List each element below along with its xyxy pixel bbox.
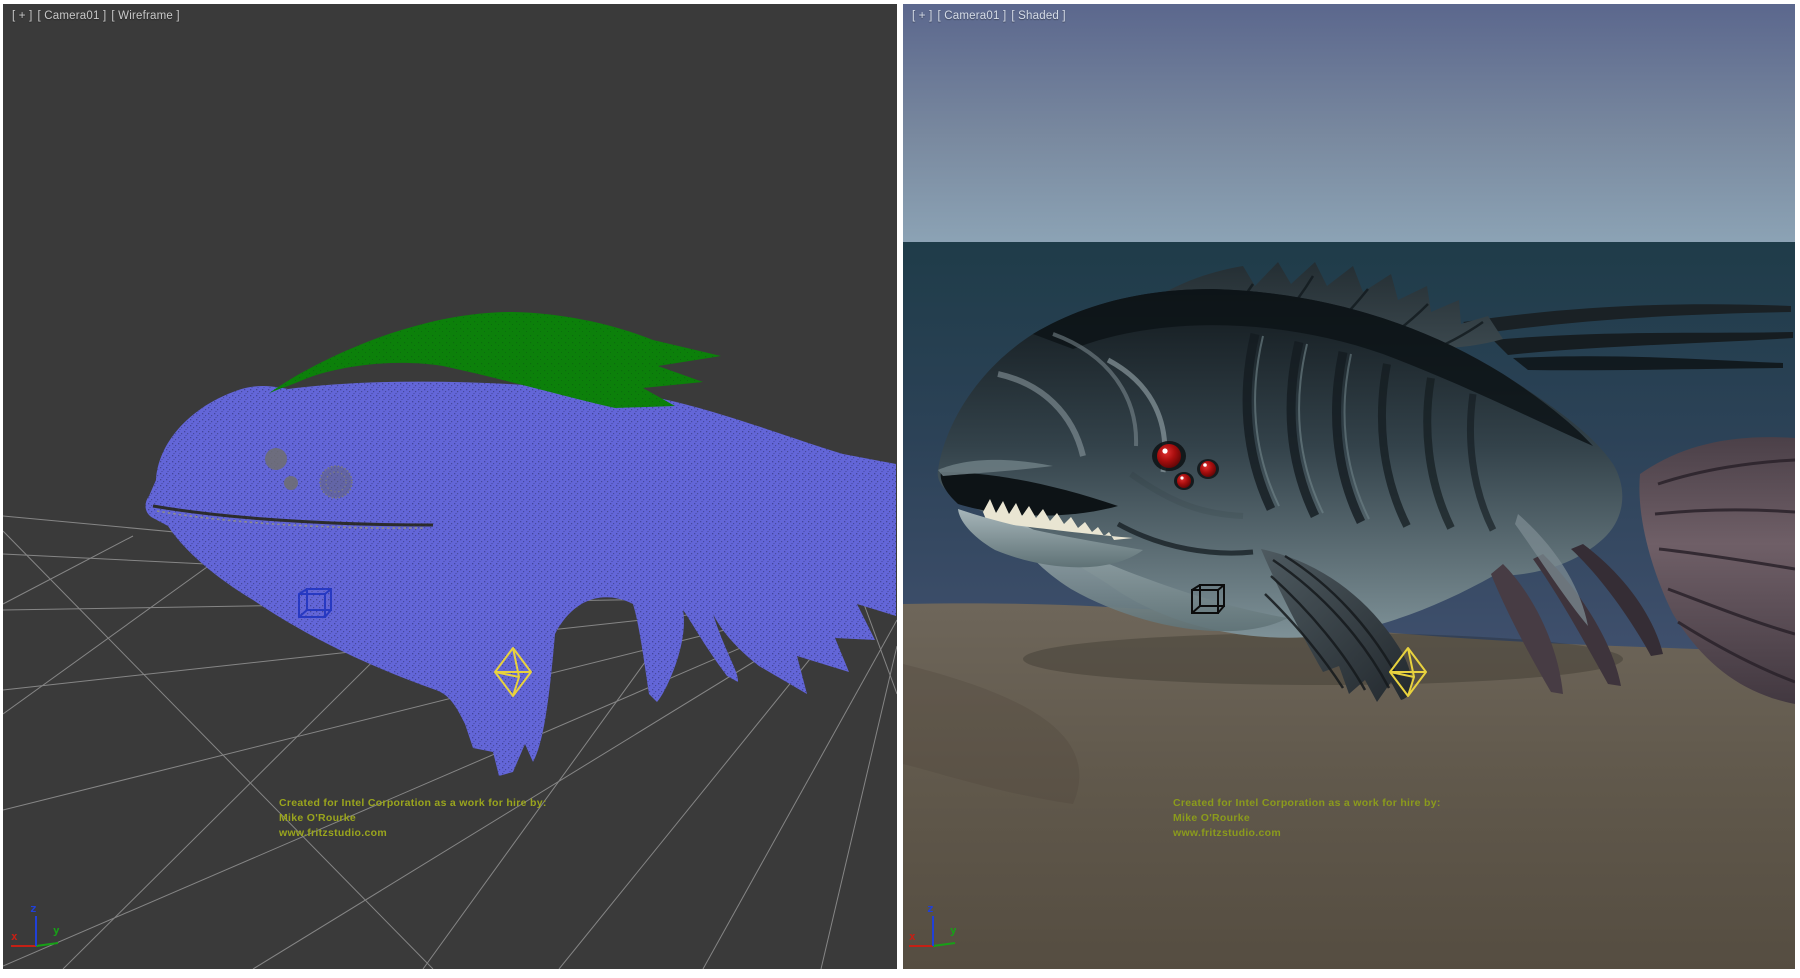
copyright-watermark: Created for Intel Corporation as a work … <box>1173 796 1441 841</box>
watermark-line-2: Mike O'Rourke <box>1173 811 1441 826</box>
watermark-line-3: www.fritzstudio.com <box>1173 826 1441 841</box>
watermark-line-1: Created for Intel Corporation as a work … <box>1173 796 1441 811</box>
fish-wireframe-stipple <box>146 382 896 776</box>
axis-y-label: y <box>53 924 60 937</box>
eye-mid <box>1200 461 1216 477</box>
viewport-shaded[interactable]: [ + ] [ Camera01 ] [ Shaded ] <box>903 4 1795 969</box>
viewport-label-left: [ + ] [ Camera01 ] [ Wireframe ] <box>12 10 185 22</box>
viewport-label-right: [ + ] [ Camera01 ] [ Shaded ] <box>912 10 1071 22</box>
viewport-wireframe[interactable]: [ + ] [ Camera01 ] [ Wireframe ] <box>3 4 897 969</box>
axis-z-label: z <box>927 902 934 915</box>
fish-model-wireframe[interactable] <box>146 312 896 776</box>
viewport-menu-camera[interactable]: [ Camera01 ] <box>38 10 107 22</box>
viewport-menu-shading[interactable]: [ Shaded ] <box>1011 10 1065 22</box>
sky-background <box>903 4 1795 244</box>
axis-z-label: z <box>30 902 37 915</box>
viewport-menu-pov[interactable]: [ + ] <box>912 10 933 22</box>
eye-large <box>1157 444 1181 468</box>
viewport-menu-camera[interactable]: [ Camera01 ] <box>938 10 1007 22</box>
world-axis-tripod: x y z <box>11 902 60 946</box>
axis-x-label: x <box>909 930 916 943</box>
eye-small <box>1177 474 1191 488</box>
axis-y-label: y <box>950 924 957 937</box>
axis-x-label: x <box>11 930 18 943</box>
viewport-menu-shading[interactable]: [ Wireframe ] <box>111 10 179 22</box>
watermark-line-1: Created for Intel Corporation as a work … <box>279 796 547 811</box>
viewport-menu-pov[interactable]: [ + ] <box>12 10 33 22</box>
watermark-line-3: www.fritzstudio.com <box>279 826 547 841</box>
watermark-line-2: Mike O'Rourke <box>279 811 547 826</box>
copyright-watermark: Created for Intel Corporation as a work … <box>279 796 547 841</box>
